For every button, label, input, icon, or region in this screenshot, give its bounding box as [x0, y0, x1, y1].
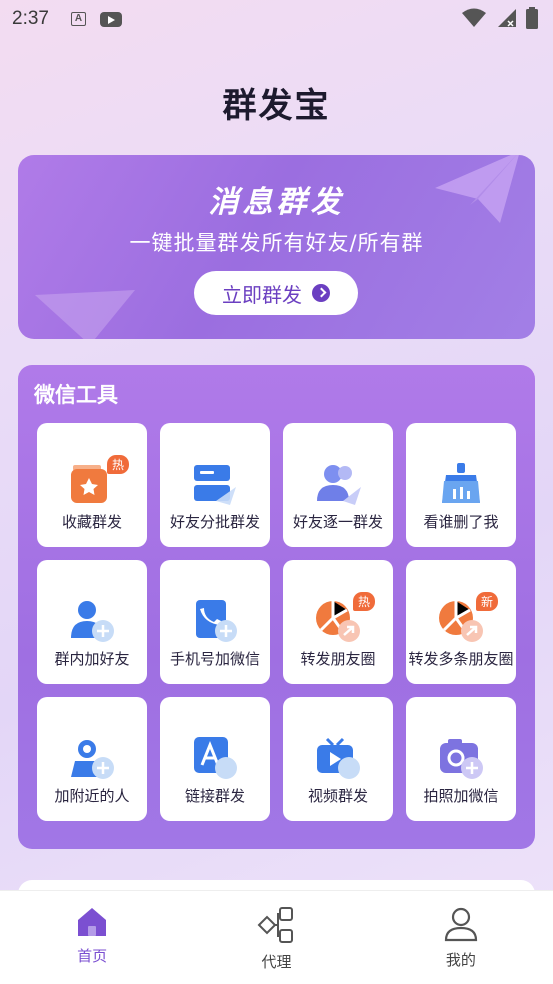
status-icons [461, 6, 539, 30]
broadcast-now-button[interactable]: 立即群发 [194, 271, 358, 315]
agent-network-icon [258, 907, 294, 943]
tool-video-broadcast[interactable]: 视频群发 [283, 697, 393, 821]
hot-badge: 热 [353, 592, 376, 611]
tool-label: 拍照加微信 [423, 787, 499, 805]
nav-agent-label: 代理 [261, 953, 292, 971]
tool-batch-broadcast[interactable]: 好友分批群发 [160, 423, 270, 547]
battery-icon [526, 7, 538, 29]
tool-label: 群内加好友 [54, 650, 130, 668]
new-badge: 新 [476, 592, 499, 611]
link-broadcast-icon [190, 735, 240, 781]
broom-check-icon [436, 461, 486, 507]
tool-label: 加附近的人 [54, 787, 130, 805]
tool-forward-moments[interactable]: 热 转发朋友圈 [283, 560, 393, 684]
arrow-right-icon [312, 284, 330, 302]
keyboard-a-icon: A [70, 12, 86, 26]
nav-home[interactable]: 首页 [0, 891, 184, 984]
profile-icon [444, 907, 477, 942]
tool-label: 看谁删了我 [423, 513, 499, 531]
tool-nearby-people[interactable]: 加附近的人 [37, 697, 147, 821]
tool-label: 视频群发 [307, 787, 368, 805]
tool-label: 收藏群发 [61, 513, 122, 531]
tool-label: 链接群发 [184, 787, 245, 805]
tool-label: 转发朋友圈 [300, 650, 376, 668]
hot-badge: 热 [107, 455, 130, 474]
video-broadcast-icon [313, 735, 363, 781]
wechat-tools-panel: 微信工具 热 收藏群发 好友分批群发 好友逐一群发 看谁删了我 群内加好友 手机… [18, 365, 535, 849]
tools-title: 微信工具 [34, 383, 118, 407]
tool-label: 转发多条朋友圈 [408, 650, 514, 668]
page-title: 群发宝 [222, 86, 331, 126]
banner-subtitle: 一键批量群发所有好友/所有群 [129, 231, 424, 255]
paper-plane-small-icon [35, 290, 135, 339]
tool-who-deleted-me[interactable]: 看谁删了我 [406, 423, 516, 547]
status-bar: 2:37 A [0, 0, 553, 38]
tools-grid: 热 收藏群发 好友分批群发 好友逐一群发 看谁删了我 群内加好友 手机号加微信 … [37, 423, 516, 821]
nav-profile[interactable]: 我的 [369, 891, 553, 984]
tool-add-group-friend[interactable]: 群内加好友 [37, 560, 147, 684]
broadcast-now-label: 立即群发 [222, 282, 302, 307]
friends-one-by-one-icon [313, 461, 363, 507]
tool-one-by-one-broadcast[interactable]: 好友逐一群发 [283, 423, 393, 547]
tool-label: 好友分批群发 [169, 513, 260, 531]
nav-agent[interactable]: 代理 [184, 891, 368, 984]
add-group-friend-icon [67, 598, 117, 644]
tool-label: 好友逐一群发 [292, 513, 383, 531]
nav-home-label: 首页 [77, 947, 108, 965]
nearby-people-icon [67, 735, 117, 781]
bottom-nav: 首页 代理 我的 [0, 890, 553, 984]
nav-profile-label: 我的 [445, 951, 476, 969]
tool-phone-add-wechat[interactable]: 手机号加微信 [160, 560, 270, 684]
banner-title: 消息群发 [208, 185, 345, 220]
tool-collect-broadcast[interactable]: 热 收藏群发 [37, 423, 147, 547]
status-time: 2:37 [12, 8, 49, 29]
camera-add-icon [436, 735, 486, 781]
tool-link-broadcast[interactable]: 链接群发 [160, 697, 270, 821]
cell-signal-icon [498, 9, 516, 27]
batch-message-icon [190, 461, 240, 507]
phone-add-icon [190, 598, 240, 644]
tool-label: 手机号加微信 [169, 650, 260, 668]
tool-camera-add-wechat[interactable]: 拍照加微信 [406, 697, 516, 821]
tool-forward-multi-moments[interactable]: 新 转发多条朋友圈 [406, 560, 516, 684]
youtube-icon [99, 11, 122, 27]
broadcast-banner[interactable]: 消息群发 一键批量群发所有好友/所有群 立即群发 [18, 155, 535, 339]
wifi-icon [462, 8, 486, 27]
home-icon [78, 908, 107, 936]
